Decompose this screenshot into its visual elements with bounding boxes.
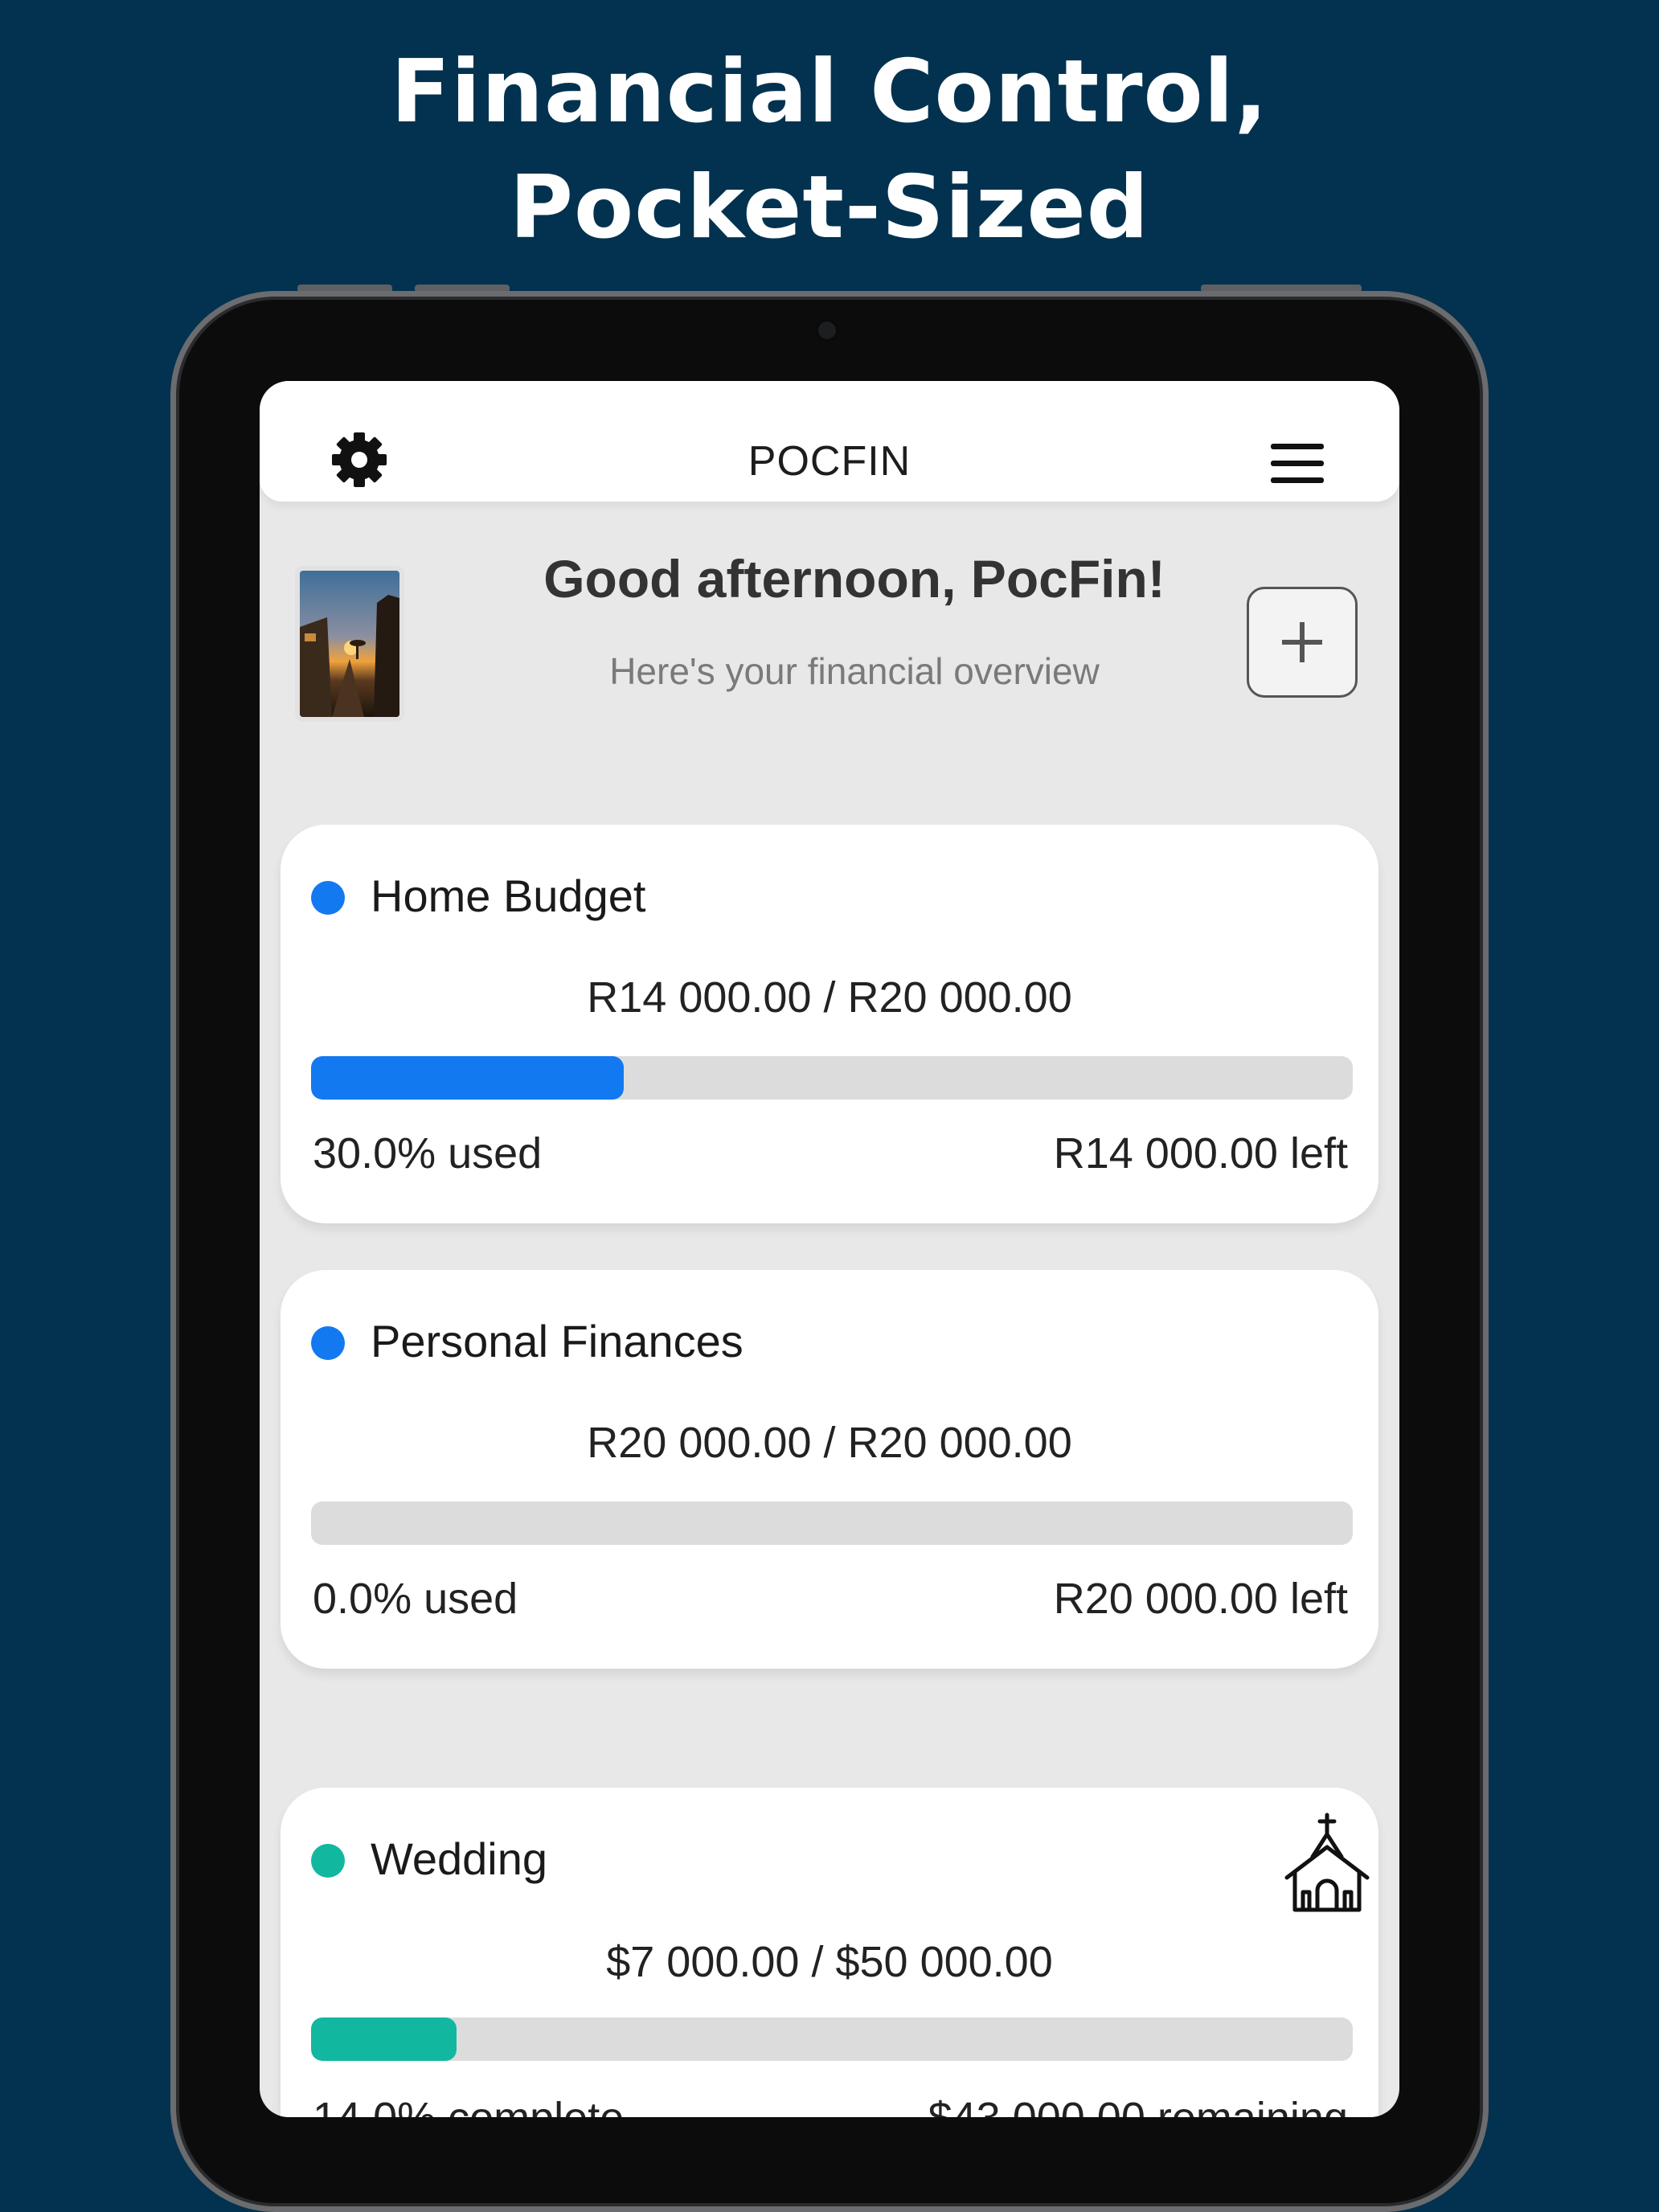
budget-amount: R14 000.00 / R20 000.00 bbox=[587, 973, 1072, 1022]
greeting-title: Good afternoon, PocFin! bbox=[543, 549, 1165, 608]
headline-line-2: Pocket-Sized bbox=[509, 158, 1150, 258]
status-dot bbox=[311, 881, 345, 915]
budget-used: 30.0% used bbox=[313, 1129, 543, 1178]
budget-card-personal[interactable]: Personal Finances R20 000.00 / R20 000.0… bbox=[281, 1270, 1378, 1669]
progress-track bbox=[311, 1501, 1353, 1545]
app-title: POCFIN bbox=[748, 438, 911, 485]
budget-card-home[interactable]: Home Budget R14 000.00 / R20 000.00 30.0… bbox=[281, 825, 1378, 1223]
goal-amount: $7 000.00 / $50 000.00 bbox=[606, 1938, 1053, 1986]
budget-name: Home Budget bbox=[371, 870, 646, 921]
progress-fill bbox=[311, 1056, 624, 1100]
front-camera bbox=[818, 322, 836, 339]
app-screen: POCFIN Good afternoon, PocFin! Here's yo… bbox=[260, 381, 1399, 2117]
top-bar: POCFIN bbox=[260, 381, 1399, 502]
plus-icon bbox=[1282, 622, 1322, 662]
goal-remaining: $43 000.00 remaining bbox=[928, 2093, 1348, 2117]
budget-name: Personal Finances bbox=[371, 1316, 743, 1366]
status-dot bbox=[311, 1326, 345, 1360]
budget-left: R20 000.00 left bbox=[1053, 1575, 1348, 1623]
hamburger-menu-icon[interactable] bbox=[1271, 444, 1324, 484]
headline-line-1: Financial Control, bbox=[391, 42, 1268, 142]
budget-used: 0.0% used bbox=[313, 1575, 518, 1623]
greeting-subtitle: Here's your financial overview bbox=[609, 650, 1100, 692]
progress-fill bbox=[311, 2017, 457, 2061]
add-button[interactable] bbox=[1247, 587, 1358, 698]
church-icon bbox=[1284, 1813, 1370, 1912]
avatar[interactable] bbox=[300, 571, 399, 717]
goal-card-wedding[interactable]: Wedding $7 000.00 / $50 000.00 14.0% com… bbox=[281, 1788, 1378, 2117]
goal-complete: 14.0% complete bbox=[313, 2093, 624, 2117]
budget-amount: R20 000.00 / R20 000.00 bbox=[587, 1419, 1072, 1467]
progress-track bbox=[311, 2017, 1353, 2061]
status-dot bbox=[311, 1844, 345, 1878]
goal-name: Wedding bbox=[371, 1833, 548, 1884]
progress-track bbox=[311, 1056, 1353, 1100]
budget-left: R14 000.00 left bbox=[1053, 1129, 1348, 1178]
